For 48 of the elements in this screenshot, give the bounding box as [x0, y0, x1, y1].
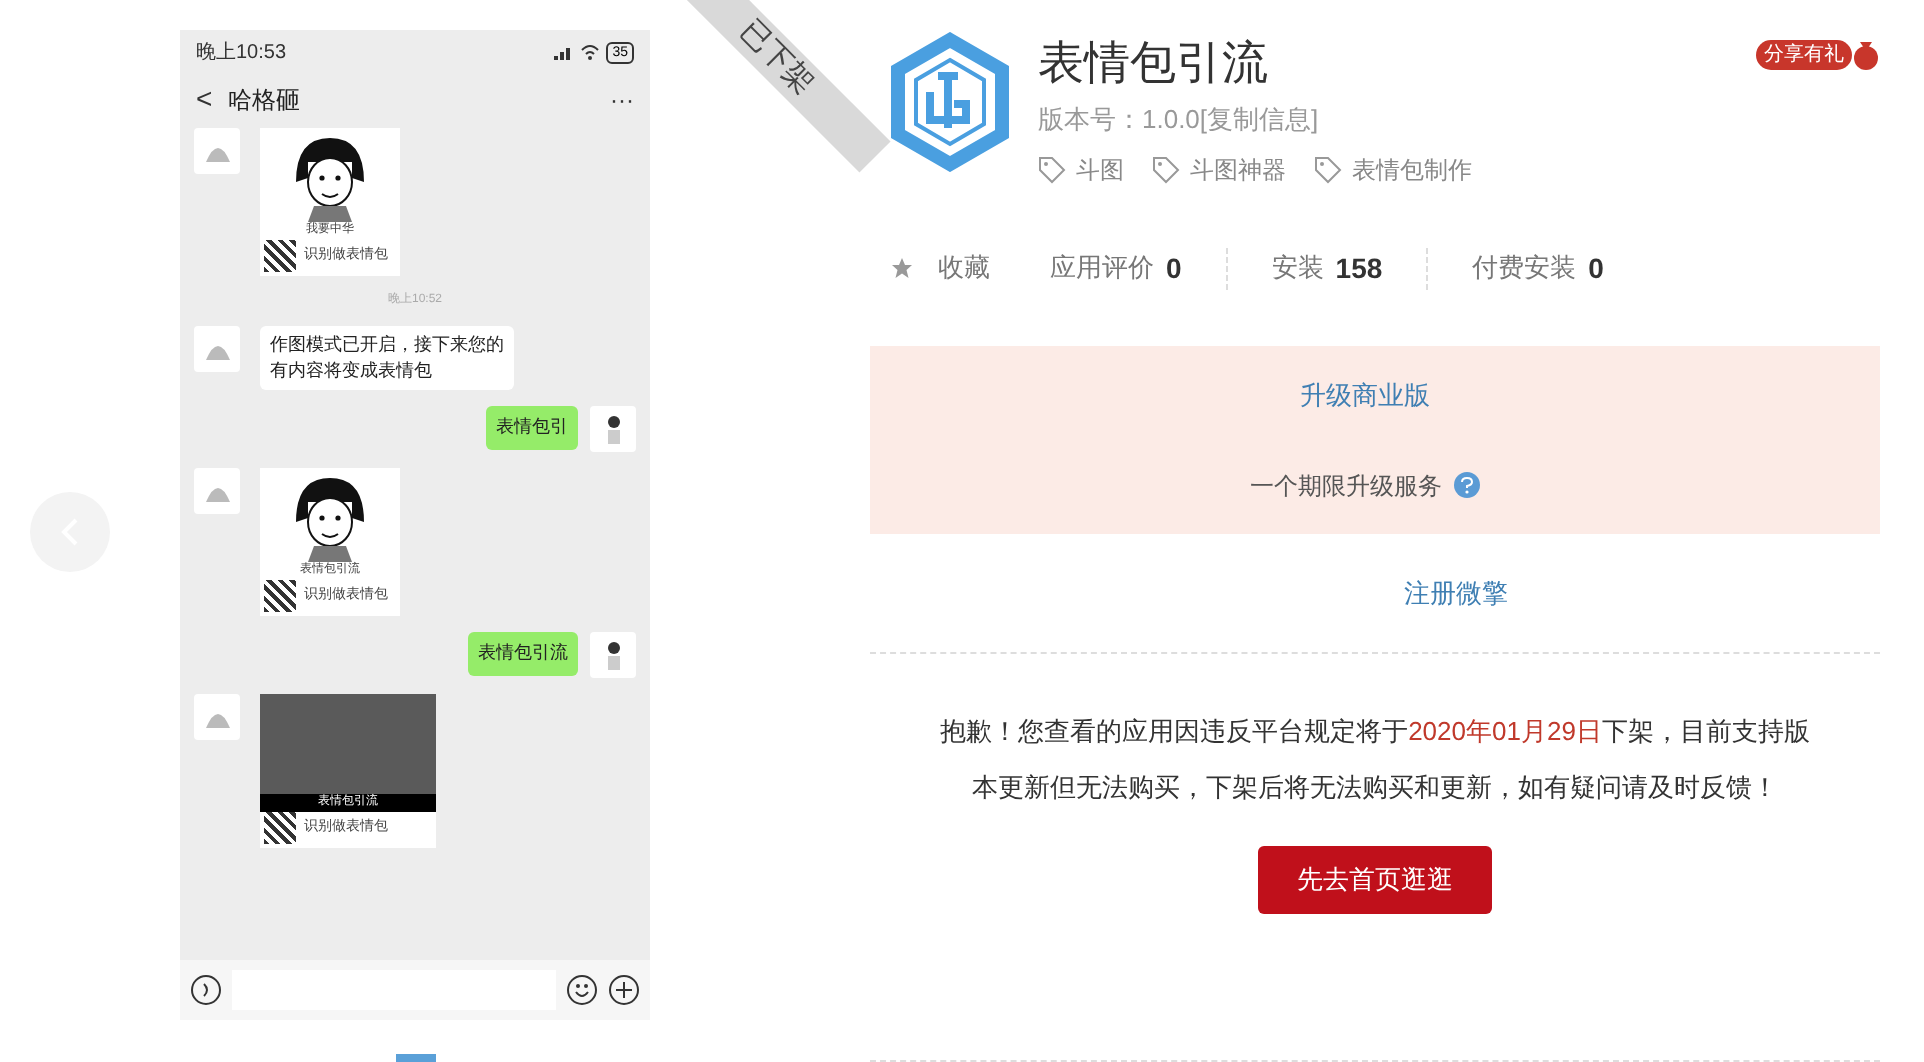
tag-link[interactable]: 斗图神器	[1152, 151, 1286, 187]
stat-value: 0	[1166, 249, 1182, 287]
plus-icon[interactable]	[608, 974, 640, 1006]
avatar-icon	[194, 128, 240, 174]
sent-message: 表情包引流	[468, 632, 578, 675]
chat-title: 哈格砸	[228, 83, 303, 117]
avatar-icon	[590, 632, 636, 678]
more-button[interactable]: ···	[610, 81, 634, 117]
emoji-icon[interactable]	[566, 974, 598, 1006]
help-icon[interactable]	[1454, 472, 1480, 499]
stat-label: 付费安装	[1472, 250, 1577, 287]
star-icon	[890, 256, 914, 280]
share-gift-badge[interactable]: 分享有礼	[1756, 40, 1852, 70]
app-logo-icon	[890, 32, 1010, 172]
avatar-icon	[194, 468, 240, 514]
service-text: 一个期限升级服务	[1250, 469, 1442, 504]
signal-icon	[554, 44, 575, 60]
voice-icon[interactable]	[190, 974, 222, 1006]
tag-icon	[1038, 155, 1066, 183]
sent-message: 表情包引	[486, 406, 578, 449]
qr-code-icon	[264, 812, 296, 844]
copy-info-link[interactable]: [复制信息]	[1199, 100, 1319, 139]
back-button[interactable]: <	[196, 78, 213, 120]
stat-label: 安装	[1271, 250, 1324, 287]
wifi-icon	[580, 44, 601, 60]
status-time: 晚上10:53	[196, 39, 287, 67]
avatar-icon	[194, 326, 240, 372]
version-number: 版本号：1.0.0	[1038, 102, 1200, 138]
qr-code-icon	[264, 580, 296, 612]
tag-icon	[1152, 155, 1180, 183]
message-text: 作图模式已开启，接下来您的	[270, 332, 504, 358]
money-bag-icon	[1852, 40, 1880, 70]
stat-label: 应用评价	[1050, 250, 1154, 287]
app-title: 表情包引流	[1038, 34, 1270, 92]
tag-link[interactable]: 斗图	[1038, 151, 1124, 187]
avatar-icon	[590, 406, 636, 452]
removal-notice: 抱歉！您查看的应用因违反平台规定将于2020年01月29日下架，目前支持版本更新但无法购买，下架后将无法购买和更新，如有疑问请及时反馈！	[938, 713, 1812, 806]
avatar-icon	[194, 694, 240, 740]
stat-value: 158	[1335, 249, 1383, 287]
qr-code-icon	[264, 240, 296, 272]
stat-value: 0	[1588, 249, 1604, 287]
message-text: 有内容将变成表情包	[270, 358, 434, 384]
tag-icon	[1314, 155, 1342, 183]
home-button[interactable]: 先去首页逛逛	[1258, 845, 1492, 914]
register-link[interactable]: 注册微擎	[1404, 573, 1508, 613]
upgrade-link[interactable]: 升级商业版	[1300, 376, 1880, 416]
tag-link[interactable]: 表情包制作	[1314, 151, 1472, 187]
favorite-button[interactable]: 收藏	[938, 248, 990, 288]
